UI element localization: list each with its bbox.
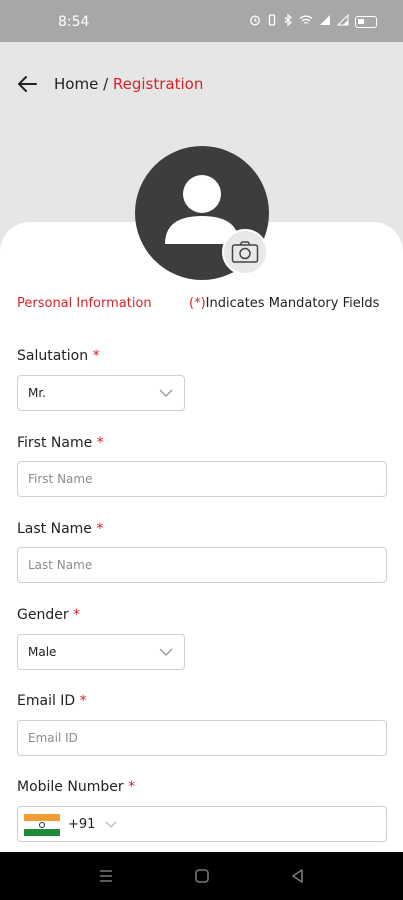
recent-apps-button[interactable] (96, 866, 116, 886)
salutation-select[interactable]: Mr. (17, 375, 185, 411)
camera-icon (231, 241, 259, 263)
salutation-value: Mr. (28, 386, 46, 400)
triangle-back-icon (292, 869, 303, 883)
first-name-input[interactable] (17, 461, 387, 497)
system-nav-bar (0, 852, 403, 900)
battery-icon (355, 15, 377, 28)
square-icon (195, 869, 209, 883)
back-button[interactable] (288, 866, 308, 886)
gender-label: Gender * (17, 607, 80, 623)
menu-lines-icon (100, 870, 112, 882)
required-marker: * (128, 779, 136, 795)
mobile-label-text: Mobile Number (17, 779, 124, 795)
chevron-down-icon[interactable] (104, 817, 118, 831)
status-icons (249, 13, 377, 29)
required-marker: * (96, 435, 104, 451)
email-label-text: Email ID (17, 693, 76, 709)
status-bar: 8:54 (0, 0, 403, 42)
back-arrow-icon[interactable] (16, 72, 40, 96)
chevron-down-icon (159, 389, 173, 397)
mandatory-note: (*)Indicates Mandatory Fields (189, 296, 379, 311)
email-label: Email ID * (17, 693, 87, 709)
breadcrumb-separator: / (98, 75, 113, 93)
section-title: Personal Information (17, 296, 152, 311)
first-name-label: First Name * (17, 435, 104, 451)
breadcrumb: Home / Registration (54, 75, 203, 93)
dial-code[interactable]: +91 (68, 817, 95, 832)
gender-label-text: Gender (17, 607, 69, 623)
required-marker: * (79, 693, 87, 709)
bluetooth-icon (283, 13, 293, 29)
wifi-icon (299, 14, 313, 29)
mandatory-text: Indicates Mandatory Fields (205, 296, 380, 311)
mandatory-marker: (*) (189, 296, 206, 311)
last-name-label: Last Name * (17, 521, 103, 537)
signal-icon (319, 14, 331, 29)
gender-value: Male (28, 645, 57, 659)
gender-select[interactable]: Male (17, 634, 185, 670)
india-flag-icon[interactable] (24, 814, 60, 836)
camera-button[interactable] (222, 229, 268, 275)
required-marker: * (73, 607, 81, 623)
breadcrumb-current: Registration (112, 75, 204, 93)
signal-icon (336, 13, 349, 29)
required-marker: * (92, 348, 100, 364)
last-name-label-text: Last Name (17, 521, 92, 537)
vibrate-icon (267, 14, 277, 29)
form-card (0, 222, 403, 852)
salutation-label: Salutation * (17, 348, 100, 364)
required-marker: * (96, 521, 104, 537)
first-name-label-text: First Name (17, 435, 93, 451)
chevron-down-icon (159, 648, 173, 656)
mobile-input-group[interactable]: +91 (17, 806, 387, 842)
home-button[interactable] (192, 866, 212, 886)
salutation-label-text: Salutation (17, 348, 89, 364)
breadcrumb-home[interactable]: Home (54, 75, 98, 93)
email-input[interactable] (17, 720, 387, 756)
alarm-icon (249, 14, 261, 29)
last-name-input[interactable] (17, 547, 387, 583)
status-time: 8:54 (58, 14, 90, 30)
mobile-label: Mobile Number * (17, 779, 135, 795)
